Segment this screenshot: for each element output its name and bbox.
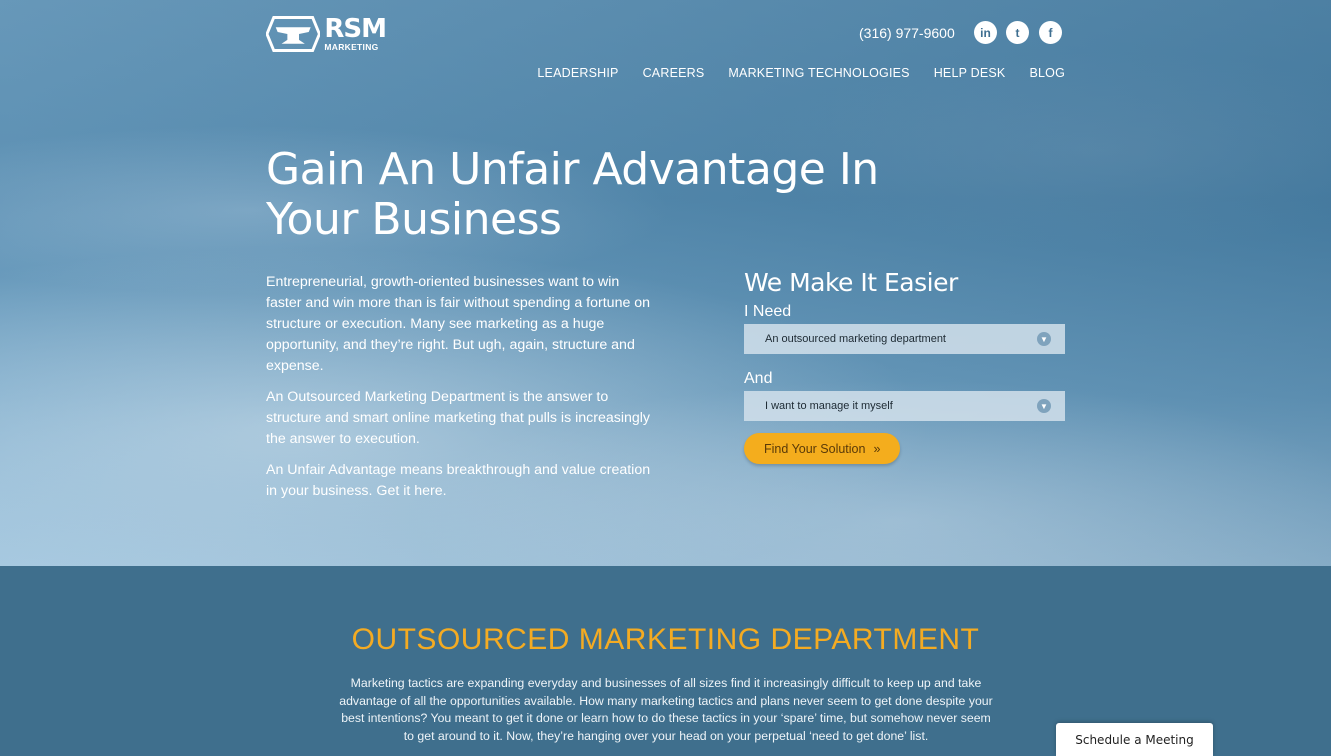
chevron-down-icon: ▼: [1037, 332, 1051, 346]
find-solution-label: Find Your Solution: [764, 441, 866, 456]
hero-copy: Entrepreneurial, growth-oriented busines…: [266, 272, 656, 512]
find-solution-button[interactable]: Find Your Solution »: [744, 433, 901, 464]
nav-item-leadership[interactable]: LEADERSHIP: [537, 66, 618, 80]
finder-title: We Make It Easier: [744, 268, 958, 297]
hero-headline: Gain An Unfair Advantage In Your Busines…: [266, 145, 966, 245]
hero-headline-line1: Gain An Unfair Advantage In: [266, 144, 879, 195]
logo[interactable]: RSM MARKETING: [266, 14, 387, 54]
hero-headline-line2: Your Business: [266, 194, 562, 245]
solution-finder: We Make It Easier I Need An outsourced m…: [744, 268, 1065, 464]
nav-item-marketing-technologies[interactable]: MARKETING TECHNOLOGIES: [728, 66, 909, 80]
main-nav: LEADERSHIP CAREERS MARKETING TECHNOLOGIE…: [537, 66, 1065, 80]
twitter-icon[interactable]: t: [1006, 21, 1029, 44]
hero-paragraph: An Unfair Advantage means breakthrough a…: [266, 462, 651, 499]
need-select-value: An outsourced marketing department: [765, 333, 946, 345]
twitter-link[interactable]: t: [1006, 21, 1029, 44]
nav-item-help-desk[interactable]: HELP DESK: [934, 66, 1006, 80]
hero-section: [0, 0, 1331, 566]
linkedin-icon[interactable]: in: [974, 21, 997, 44]
nav-item-careers[interactable]: CAREERS: [643, 66, 705, 80]
hero-paragraph: Entrepreneurial, growth-oriented busines…: [266, 274, 651, 374]
and-select-value: I want to manage it myself: [765, 400, 893, 412]
and-select[interactable]: I want to manage it myself ▼: [744, 391, 1065, 421]
need-select[interactable]: An outsourced marketing department ▼: [744, 324, 1065, 354]
logo-subtitle: MARKETING: [324, 42, 379, 53]
linkedin-link[interactable]: in: [974, 21, 997, 44]
facebook-link[interactable]: f: [1039, 21, 1062, 44]
need-label: I Need: [744, 303, 792, 320]
section-body: Marketing tactics are expanding everyday…: [339, 676, 993, 743]
logo-wordmark: RSM: [324, 14, 387, 45]
schedule-meeting-button[interactable]: Schedule a Meeting: [1056, 723, 1213, 756]
and-label: And: [744, 370, 773, 387]
section-title: OUTSOURCED MARKETING DEPARTMENT: [351, 623, 980, 656]
nav-item-blog[interactable]: BLOG: [1029, 66, 1065, 80]
anvil-logo-icon: [266, 16, 321, 52]
hero-paragraph: An Outsourced Marketing Department is th…: [266, 389, 651, 447]
double-chevron-right-icon: »: [873, 441, 881, 456]
chevron-down-icon: ▼: [1037, 399, 1051, 413]
facebook-icon[interactable]: f: [1039, 21, 1062, 44]
phone-number[interactable]: (316) 977-9600: [859, 25, 955, 41]
